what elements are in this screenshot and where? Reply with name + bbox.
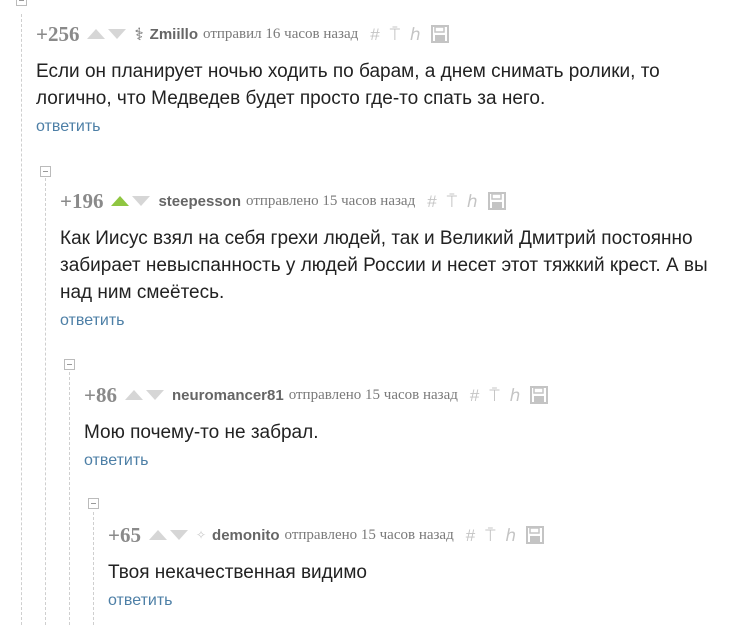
comment-rating: +256: [36, 21, 80, 46]
comment-header: +65 ✧ demonito отправлено 15 часов назад…: [108, 523, 738, 547]
posted-time: отправлено 15 часов назад: [284, 526, 454, 543]
save-icon[interactable]: [530, 386, 549, 404]
upvote-arrow-icon[interactable]: [87, 29, 106, 39]
username-link[interactable]: steepesson: [158, 193, 241, 210]
upvote-arrow-icon[interactable]: [124, 390, 143, 400]
save-icon[interactable]: [430, 25, 449, 43]
comment-text: Как Иисус взял на себя грехи людей, так …: [60, 228, 708, 303]
vote-controls: [111, 196, 151, 206]
comment-header: +196 steepesson отправлено 15 часов наза…: [60, 189, 740, 213]
comment-toolbar: # ⍑ ℎ: [370, 25, 449, 43]
username-link[interactable]: Zmiillo: [150, 26, 198, 43]
comment-toolbar: # ⍑ ℎ: [427, 192, 506, 210]
vote-controls: [148, 530, 188, 540]
save-icon[interactable]: [487, 192, 506, 210]
medical-symbol-icon: ⚕: [134, 24, 144, 44]
collapse-thread-button[interactable]: [40, 166, 51, 177]
downvote-arrow-icon[interactable]: [169, 530, 188, 540]
hash-icon[interactable]: #: [370, 26, 379, 43]
hash-icon[interactable]: #: [470, 387, 479, 404]
reply-link[interactable]: ответить: [108, 592, 173, 610]
vote-controls: [124, 390, 164, 400]
pin-icon[interactable]: ⍑: [447, 193, 457, 210]
comment: +65 ✧ demonito отправлено 15 часов назад…: [108, 523, 738, 610]
comment-text: Твоя некачественная видимо: [108, 562, 367, 583]
downvote-arrow-icon[interactable]: [108, 29, 127, 39]
comment: +196 steepesson отправлено 15 часов наза…: [60, 189, 740, 330]
upvote-arrow-icon[interactable]: [111, 196, 130, 206]
hash-icon[interactable]: #: [466, 527, 475, 544]
comment-toolbar: # ⍑ ℎ: [466, 526, 545, 544]
thread-line: [93, 512, 94, 625]
posted-time: отправил 16 часов назад: [203, 25, 359, 42]
branch-icon[interactable]: ℎ: [505, 527, 516, 544]
pin-icon[interactable]: ⍑: [489, 387, 499, 404]
comment-rating: +196: [60, 188, 104, 213]
collapse-thread-button[interactable]: [88, 498, 99, 509]
branch-icon[interactable]: ℎ: [467, 193, 478, 210]
collapse-thread-button[interactable]: [64, 359, 75, 370]
comment-toolbar: # ⍑ ℎ: [470, 386, 549, 404]
downvote-arrow-icon[interactable]: [145, 390, 164, 400]
comment: +86 neuromancer81 отправлено 15 часов на…: [84, 383, 734, 470]
comment-text: Мою почему-то не забрал.: [84, 422, 319, 443]
hash-icon[interactable]: #: [427, 193, 436, 210]
pin-icon[interactable]: ⍑: [485, 527, 495, 544]
username-link[interactable]: neuromancer81: [172, 387, 284, 404]
reply-link[interactable]: ответить: [84, 452, 149, 470]
posted-time: отправлено 15 часов назад: [288, 386, 458, 403]
vote-controls: [87, 29, 127, 39]
comment-rating: +86: [84, 382, 117, 407]
username-link[interactable]: demonito: [212, 527, 280, 544]
comment-rating: +65: [108, 522, 141, 547]
reply-link[interactable]: ответить: [36, 118, 101, 136]
branch-icon[interactable]: ℎ: [410, 26, 421, 43]
collapse-thread-button[interactable]: [16, 0, 27, 6]
comment-header: +86 neuromancer81 отправлено 15 часов на…: [84, 383, 734, 407]
posted-time: отправлено 15 часов назад: [246, 192, 416, 209]
comment: +256 ⚕ Zmiillo отправил 16 часов назад #…: [36, 22, 726, 136]
downvote-arrow-icon[interactable]: [132, 196, 151, 206]
small-award-icon: ✧: [195, 528, 207, 542]
thread-line: [69, 372, 70, 625]
comment-text: Если он планирует ночью ходить по барам,…: [36, 61, 660, 109]
reply-link[interactable]: ответить: [60, 312, 125, 330]
pin-icon[interactable]: ⍑: [390, 26, 400, 43]
thread-line: [21, 14, 22, 625]
upvote-arrow-icon[interactable]: [148, 530, 167, 540]
branch-icon[interactable]: ℎ: [510, 387, 521, 404]
thread-line: [45, 178, 46, 625]
comment-header: +256 ⚕ Zmiillo отправил 16 часов назад #…: [36, 22, 726, 46]
save-icon[interactable]: [526, 526, 545, 544]
